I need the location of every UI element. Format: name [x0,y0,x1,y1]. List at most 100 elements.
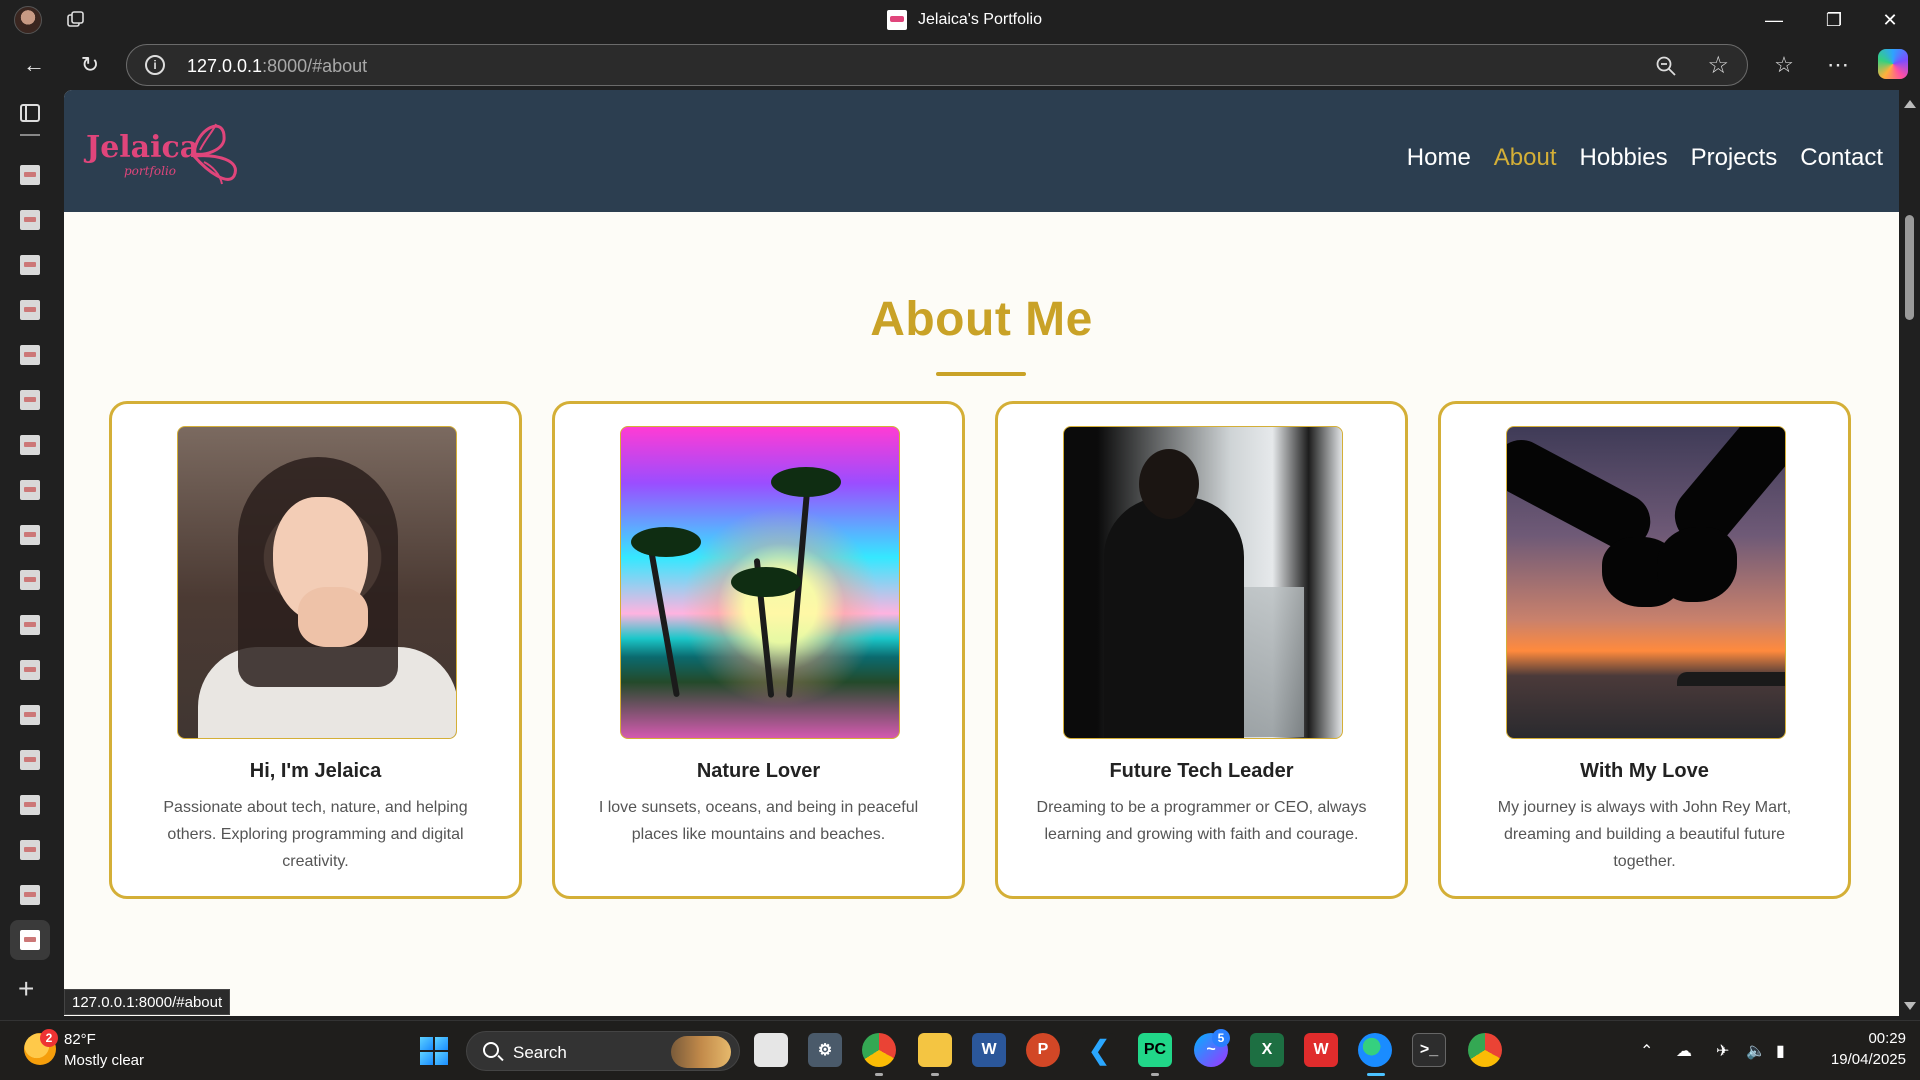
sidebar-tab[interactable] [20,255,40,275]
zoom-icon[interactable] [1655,55,1677,77]
sidebar-tab[interactable] [20,480,40,500]
about-card-nature: Nature Lover I love sunsets, oceans, and… [552,401,965,899]
link-status-tooltip: 127.0.0.1:8000/#about [64,989,231,1015]
clock-time[interactable]: 00:29 [1826,1030,1906,1047]
start-windows-icon[interactable] [420,1037,448,1065]
minimize-button[interactable]: — [1746,0,1802,40]
tab-favicon [887,10,907,30]
weather-badge: 2 [40,1029,58,1047]
nav-contact[interactable]: Contact [1800,144,1883,172]
restore-button[interactable]: ❐ [1806,0,1862,40]
sidebar-tab[interactable] [20,525,40,545]
sidebar-tab[interactable] [20,210,40,230]
about-card-love: With My Love My journey is always with J… [1438,401,1851,899]
active-tab-favicon [20,930,40,950]
pycharm-icon[interactable]: PC [1138,1033,1172,1067]
terminal-icon[interactable]: >_ [1412,1033,1446,1067]
sidebar-tab[interactable] [20,840,40,860]
excel-icon[interactable]: X [1250,1033,1284,1067]
sidebar-tab-active[interactable] [10,920,50,960]
scroll-up-arrow-icon[interactable] [1904,100,1916,108]
nav-about[interactable]: About [1494,144,1557,172]
favorites-icon[interactable]: ☆ [1766,48,1802,82]
edge-icon[interactable] [1358,1033,1392,1067]
sidebar-tab[interactable] [20,885,40,905]
window-title: Jelaica's Portfolio [918,11,1042,28]
show-hidden-icons-chevron-icon[interactable]: ⌃ [1640,1041,1653,1061]
search-label: Search [513,1043,567,1062]
workspaces-icon[interactable] [66,10,86,30]
portrait-photo [177,426,457,739]
address-bar[interactable]: i 127.0.0.1:8000/#about ☆ [126,44,1748,86]
copilot-icon[interactable] [1878,49,1908,79]
main-nav: Home About Hobbies Projects Contact [1407,144,1883,172]
vertical-tabs-sidebar: + [0,90,64,1020]
card-title: Future Tech Leader [1109,760,1294,782]
site-header: Jelaica portfolio Home About Hobbies Pro… [64,90,1899,212]
woman-in-suit-photo [1063,426,1343,739]
messenger-badge: 5 [1212,1029,1230,1047]
settings-gear-icon[interactable]: ⚙ [808,1033,842,1067]
weather-description[interactable]: Mostly clear [64,1052,144,1069]
word-icon[interactable]: W [972,1033,1006,1067]
battery-icon[interactable]: ▮ [1776,1041,1785,1061]
url-text[interactable]: 127.0.0.1:8000/#about [187,56,367,77]
refresh-button[interactable]: ↻ [72,48,108,82]
page-scrollbar[interactable] [1899,90,1920,1016]
clock-date[interactable]: 19/04/2025 [1806,1051,1906,1068]
sidebar-tab[interactable] [20,795,40,815]
card-description: Dreaming to be a programmer or CEO, alwa… [1036,799,1367,843]
logo-wordmark: Jelaica [86,130,200,165]
new-tab-plus-icon[interactable]: + [18,975,34,1003]
powerpoint-icon[interactable]: P [1026,1033,1060,1067]
nav-projects[interactable]: Projects [1691,144,1778,172]
card-description: I love sunsets, oceans, and being in pea… [598,799,919,843]
site-logo[interactable]: Jelaica portfolio [86,110,246,190]
holding-hands-photo [1506,426,1786,739]
back-button[interactable]: ← [16,48,52,82]
butterfly-logo-icon [190,123,237,185]
volume-icon[interactable]: 🔈 [1746,1041,1766,1061]
vscode-icon[interactable]: ❮ [1082,1033,1116,1067]
card-title: Nature Lover [696,760,821,782]
wps-office-icon[interactable]: W [1304,1033,1338,1067]
scroll-down-arrow-icon[interactable] [1904,1002,1916,1010]
sidebar-tab[interactable] [20,705,40,725]
sidebar-tab[interactable] [20,300,40,320]
sidebar-tab[interactable] [20,345,40,365]
favorite-star-icon[interactable]: ☆ [1707,51,1729,80]
tab-actions-icon[interactable] [20,104,40,122]
site-info-icon[interactable]: i [145,55,165,75]
windows-taskbar: 2 82°F Mostly clear Search ⚙ W P ❮ PC ~ … [0,1020,1920,1080]
about-cards: Hi, I'm Jelaica Passionate about tech, n… [109,401,1854,899]
card-description: My journey is always with John Rey Mart,… [1497,799,1792,870]
more-options-icon[interactable]: ⋯ [1820,48,1856,82]
about-card-intro: Hi, I'm Jelaica Passionate about tech, n… [109,401,522,899]
file-explorer-icon[interactable] [918,1033,952,1067]
title-underline [936,372,1026,376]
weather-temperature[interactable]: 82°F [64,1031,96,1048]
task-view-icon[interactable] [754,1033,788,1067]
airplane-mode-icon[interactable]: ✈ [1716,1041,1729,1061]
close-window-button[interactable]: ✕ [1862,0,1918,40]
profile-avatar[interactable] [14,6,42,34]
sidebar-tab[interactable] [20,570,40,590]
sidebar-tab[interactable] [20,615,40,635]
about-card-career: Future Tech Leader Dreaming to be a prog… [995,401,1408,899]
sidebar-tab[interactable] [20,390,40,410]
sidebar-tab[interactable] [20,165,40,185]
taskbar-search[interactable]: Search [466,1031,740,1071]
scroll-thumb[interactable] [1905,215,1914,320]
sidebar-tab[interactable] [20,435,40,455]
sidebar-tab[interactable] [20,750,40,770]
sidebar-tab[interactable] [20,660,40,680]
search-icon [483,1042,499,1058]
search-highlight-image [671,1036,731,1068]
chrome-profile-icon[interactable] [1468,1033,1502,1067]
pycharm-running-indicator [1151,1073,1159,1076]
chrome-running-indicator [875,1073,883,1076]
chrome-icon[interactable] [862,1033,896,1067]
onedrive-icon[interactable]: ☁ [1676,1041,1692,1061]
nav-hobbies[interactable]: Hobbies [1580,144,1668,172]
nav-home[interactable]: Home [1407,144,1471,172]
